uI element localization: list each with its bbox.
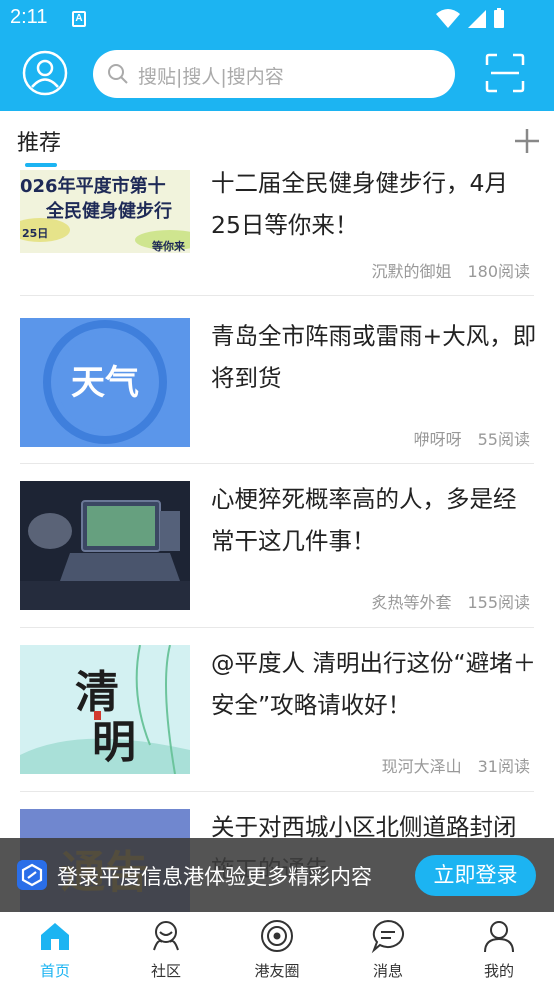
item-meta: 咿呀呀 55阅读 [414, 426, 530, 450]
item-meta: 现河大泽山 31阅读 [382, 753, 530, 777]
item-reads: 180阅读 [467, 262, 530, 281]
tab-recommend[interactable]: 推荐 [17, 125, 61, 157]
status-bar: 2:11 A [0, 0, 554, 38]
wifi-icon [436, 9, 460, 28]
item-reads: 31阅读 [477, 757, 530, 776]
item-author: 沉默的御姐 [371, 262, 452, 281]
svg-text:026年平度市第十: 026年平度市第十 [20, 175, 166, 197]
nav-label: 首页 [39, 962, 70, 980]
signal-icon [468, 10, 486, 28]
item-meta: 炙热等外套 155阅读 [371, 589, 530, 613]
item-meta: 沉默的御姐 180阅读 [371, 258, 530, 282]
nav-label: 港友圈 [254, 962, 300, 980]
item-title: 十二届全民健身健步行，4月25日等你来！ [211, 169, 508, 239]
thumbnail-image: 026年平度市第十 全民健身健步行 25日 等你来 [20, 170, 190, 253]
feed-item[interactable]: 清 明 @平度人 清明出行这份“避堵＋安全”攻略请收好！ 现河大泽山 31阅读 [0, 628, 554, 792]
thumbnail-image: 清 明 [20, 645, 190, 774]
login-prompt-banner: 登录平度信息港体验更多精彩内容 立即登录 [0, 838, 554, 912]
status-time: 2:11 [10, 6, 48, 28]
nav-item-home[interactable]: 首页 [0, 912, 110, 985]
item-title: 青岛全市阵雨或雷雨+大风，即将到货 [211, 322, 537, 392]
login-prompt-text: 登录平度信息港体验更多精彩内容 [57, 865, 372, 889]
svg-text:清: 清 [75, 667, 119, 718]
login-now-button[interactable]: 立即登录 [415, 855, 536, 896]
channel-tab-bar: 推荐 [0, 111, 554, 167]
item-reads: 155阅读 [467, 593, 530, 612]
battery-icon [494, 10, 504, 28]
thumbnail-image [20, 481, 190, 610]
item-author: 咿呀呀 [413, 430, 462, 449]
nav-label: 我的 [483, 962, 514, 980]
item-title: 心梗猝死概率高的人，多是经常干这几件事！ [211, 485, 517, 555]
home-icon [41, 923, 69, 950]
thumbnail-image: 天气 [20, 318, 190, 447]
feed-item[interactable]: 天气 青岛全市阵雨或雷雨+大风，即将到货 咿呀呀 55阅读 [0, 300, 554, 464]
search-placeholder: 搜贴|搜人|搜内容 [138, 66, 284, 88]
nav-item-friends-circle[interactable]: 港友圈 [222, 912, 332, 985]
nav-label: 社区 [150, 962, 181, 980]
community-icon [153, 921, 179, 951]
news-feed: 026年平度市第十 全民健身健步行 25日 等你来 十二届全民健身健步行，4月2… [0, 167, 554, 912]
divider [20, 295, 534, 296]
notification-a-icon: A [72, 11, 86, 27]
add-channel-icon[interactable] [514, 128, 540, 154]
nav-item-messages[interactable]: 消息 [333, 912, 443, 985]
bottom-navigation: 首页 社区 港友圈 消息 我的 [0, 912, 554, 985]
app-logo-icon [17, 860, 47, 890]
scan-icon[interactable] [485, 53, 525, 93]
svg-text:天气: 天气 [71, 363, 139, 403]
top-app-bar: 2:11 A 搜贴|搜人|搜内容 [0, 0, 554, 111]
item-author: 现河大泽山 [381, 757, 462, 776]
item-title: @平度人 清明出行这份“避堵＋安全”攻略请收好！ [211, 649, 537, 719]
nav-item-profile[interactable]: 我的 [444, 912, 554, 985]
message-icon [371, 919, 404, 954]
svg-text:明: 明 [92, 717, 136, 768]
item-reads: 55阅读 [477, 430, 530, 449]
svg-text:25日: 25日 [22, 227, 48, 240]
friends-circle-icon [261, 920, 293, 952]
feed-item[interactable]: 心梗猝死概率高的人，多是经常干这几件事！ 炙热等外套 155阅读 [0, 464, 554, 628]
search-icon [108, 64, 128, 84]
user-avatar-icon[interactable] [22, 50, 68, 96]
nav-label: 消息 [372, 962, 403, 980]
svg-text:全民健身健步行: 全民健身健步行 [45, 200, 172, 222]
search-input[interactable]: 搜贴|搜人|搜内容 [93, 50, 455, 98]
item-author: 炙热等外套 [371, 593, 452, 612]
profile-icon [484, 921, 514, 953]
status-icons [436, 8, 504, 28]
nav-item-community[interactable]: 社区 [111, 912, 221, 985]
svg-text:等你来: 等你来 [151, 239, 186, 253]
